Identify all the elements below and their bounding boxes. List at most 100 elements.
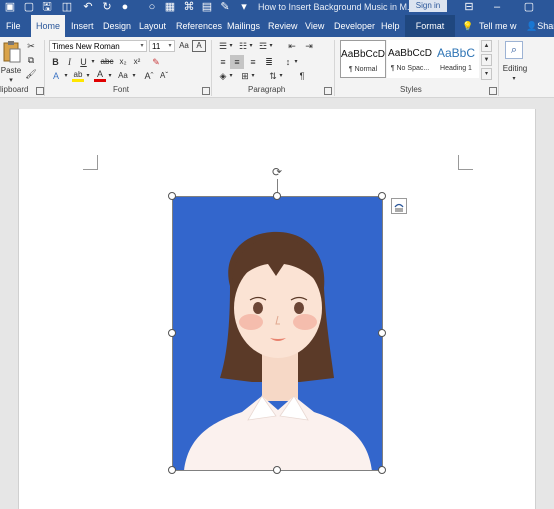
tab-insert[interactable]: Insert xyxy=(71,15,94,37)
cut-icon[interactable]: ✂ xyxy=(25,40,37,52)
tab-review[interactable]: Review xyxy=(268,15,298,37)
bold-icon[interactable]: B xyxy=(50,56,61,68)
tab-home[interactable]: Home xyxy=(31,15,65,37)
font-color-icon[interactable]: A xyxy=(94,70,106,82)
resize-handle-top-left[interactable] xyxy=(168,192,176,200)
style-normal[interactable]: AaBbCcD ¶ Normal xyxy=(340,40,386,78)
tell-me-search[interactable]: Tell me w xyxy=(479,15,517,37)
underline-dropdown-icon[interactable]: ▾ xyxy=(89,56,97,68)
chevron-down-icon[interactable]: ▾ xyxy=(250,70,256,82)
decrease-indent-icon[interactable]: ⇤ xyxy=(285,40,299,52)
maximize-icon[interactable]: ▢ xyxy=(522,0,536,15)
styles-scroll-up-icon[interactable]: ▲ xyxy=(481,40,492,52)
font-size-select[interactable]: 11 ▾ xyxy=(149,40,175,52)
word-app-icon: ▣ xyxy=(4,1,16,13)
grow-font-icon[interactable]: Aˆ xyxy=(143,70,155,82)
group-divider xyxy=(211,40,212,96)
document-page[interactable]: ⟳ xyxy=(18,109,536,509)
tab-mailings[interactable]: Mailings xyxy=(227,15,260,37)
tab-developer[interactable]: Developer xyxy=(334,15,375,37)
document-title: How to Insert Background Music in M... xyxy=(258,2,415,12)
layout-options-button[interactable] xyxy=(391,198,407,214)
rotate-handle-icon[interactable]: ⟳ xyxy=(270,165,284,179)
resize-handle-top[interactable] xyxy=(273,192,281,200)
chevron-down-icon[interactable]: ▾ xyxy=(62,70,70,82)
format-painter-icon[interactable]: 🖌 xyxy=(25,68,37,80)
italic-icon[interactable]: I xyxy=(64,56,75,68)
change-case-icon[interactable]: Aa xyxy=(178,40,190,52)
tab-format[interactable]: Format xyxy=(405,15,455,37)
align-center-icon[interactable]: ≡ xyxy=(230,55,244,69)
minimize-icon[interactable]: – xyxy=(490,0,504,15)
clipboard-dialog-launcher-icon[interactable] xyxy=(36,87,44,95)
tab-layout[interactable]: Layout xyxy=(139,15,166,37)
styles-scroll-down-icon[interactable]: ▼ xyxy=(481,54,492,66)
align-right-icon[interactable]: ≡ xyxy=(246,56,260,68)
paragraph-dialog-launcher-icon[interactable] xyxy=(324,87,332,95)
tab-help[interactable]: Help xyxy=(381,15,400,37)
styles-dialog-launcher-icon[interactable] xyxy=(489,87,497,95)
tab-references[interactable]: References xyxy=(176,15,222,37)
tab-file[interactable]: File xyxy=(6,15,21,37)
resize-handle-right[interactable] xyxy=(378,329,386,337)
ribbon-display-icon[interactable]: ⊟ xyxy=(462,0,476,15)
touch-mode-icon[interactable]: ◫ xyxy=(60,0,74,15)
chevron-down-icon[interactable]: ▾ xyxy=(106,70,114,82)
font-name-select[interactable]: Times New Roman ▾ xyxy=(49,40,147,52)
increase-indent-icon[interactable]: ⇥ xyxy=(302,40,316,52)
clear-formatting-icon[interactable]: A xyxy=(192,40,206,52)
chevron-down-icon[interactable]: ▾ xyxy=(293,56,299,68)
subscript-icon[interactable]: x₂ xyxy=(117,56,129,68)
chevron-down-icon[interactable]: ▾ xyxy=(228,70,234,82)
shape-icon[interactable]: ○ xyxy=(145,0,159,15)
record-icon[interactable]: ● xyxy=(118,0,132,15)
resize-handle-top-right[interactable] xyxy=(378,192,386,200)
underline-icon[interactable]: U xyxy=(78,56,89,68)
save-icon[interactable]: 🖫 xyxy=(40,0,54,15)
justify-icon[interactable]: ≣ xyxy=(262,56,276,68)
show-paragraph-marks-icon[interactable]: ¶ xyxy=(296,70,308,82)
styles-more-icon[interactable]: ▾ xyxy=(481,68,492,80)
tab-view[interactable]: View xyxy=(305,15,324,37)
chevron-down-icon[interactable]: ▾ xyxy=(130,70,138,82)
group-divider xyxy=(334,40,335,96)
resize-handle-bottom-left[interactable] xyxy=(168,466,176,474)
selected-picture[interactable] xyxy=(172,196,383,471)
margin-mark xyxy=(458,155,473,170)
sign-in-button[interactable]: Sign in xyxy=(409,0,447,12)
autosave-icon[interactable]: ▢ xyxy=(22,0,36,15)
resize-handle-left[interactable] xyxy=(168,329,176,337)
shrink-font-icon[interactable]: Aˇ xyxy=(158,70,170,82)
chevron-down-icon[interactable]: ▾ xyxy=(228,40,234,52)
layout-options-icon xyxy=(394,203,404,212)
resize-handle-bottom[interactable] xyxy=(273,466,281,474)
share-button[interactable]: 👤Shar xyxy=(526,15,554,37)
resize-handle-bottom-right[interactable] xyxy=(378,466,386,474)
paste-icon[interactable] xyxy=(2,40,22,64)
undo-icon[interactable]: ↶ xyxy=(80,0,96,15)
copy-icon[interactable]: ⧉ xyxy=(25,54,37,66)
markup-icon[interactable]: ✎ xyxy=(218,0,232,15)
grid-icon[interactable]: ▤ xyxy=(200,0,214,15)
customize-quick-access-icon[interactable]: ▾ xyxy=(238,0,250,15)
highlight-color-icon[interactable]: ab xyxy=(72,70,84,82)
text-effects-icon[interactable]: ✎ xyxy=(150,56,162,68)
chevron-down-icon[interactable]: ▾ xyxy=(268,40,274,52)
style-no-spacing[interactable]: AaBbCcD ¶ No Spac... xyxy=(387,40,433,78)
align-left-icon[interactable]: ≡ xyxy=(216,56,230,68)
table-icon[interactable]: ▦ xyxy=(163,0,177,15)
chevron-down-icon[interactable]: ▾ xyxy=(278,70,284,82)
style-heading-1[interactable]: AaBbC Heading 1 xyxy=(433,40,479,78)
redo-icon[interactable]: ↻ xyxy=(100,0,114,15)
chevron-down-icon[interactable]: ▾ xyxy=(248,40,254,52)
tab-design[interactable]: Design xyxy=(103,15,131,37)
font-size-menu-icon[interactable]: Aa xyxy=(116,70,130,82)
search-icon[interactable]: ⌕ xyxy=(505,41,523,59)
chevron-down-icon[interactable]: ▾ xyxy=(84,70,92,82)
style-preview: AaBbCcD xyxy=(341,49,385,60)
tree-icon[interactable]: ⌘ xyxy=(182,0,196,15)
superscript-icon[interactable]: x² xyxy=(131,56,143,68)
font-dialog-launcher-icon[interactable] xyxy=(202,87,210,95)
strikethrough-icon[interactable]: abc xyxy=(99,56,115,68)
text-effects-dropdown-icon[interactable]: A xyxy=(50,70,62,82)
